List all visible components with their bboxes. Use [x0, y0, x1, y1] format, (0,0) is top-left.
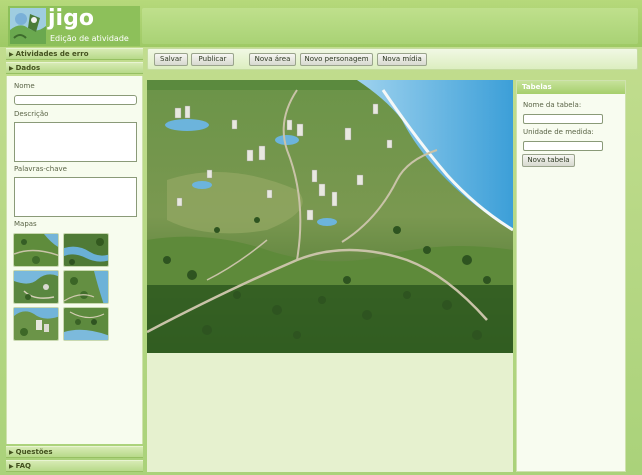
map-thumbnail-image — [64, 271, 108, 303]
accordion-label: Questões — [15, 448, 53, 456]
map-thumbnail-image — [64, 234, 108, 266]
chevron-right-icon: ▶ — [9, 51, 14, 58]
app-logo-subtitle: Edição de atividade — [50, 34, 129, 43]
app-logo: jigo Edição de atividade — [8, 6, 140, 46]
name-input[interactable] — [14, 95, 137, 105]
editor-toolbar: Salvar Publicar Nova área Novo personage… — [147, 48, 638, 70]
map-thumbnail-2[interactable] — [63, 233, 109, 267]
header-banner — [142, 8, 638, 44]
chevron-right-icon: ▶ — [9, 463, 14, 470]
map-thumbnail-4[interactable] — [63, 270, 109, 304]
keywords-textarea[interactable] — [14, 177, 137, 217]
name-label: Nome — [14, 82, 35, 90]
accordion-dados[interactable]: ▶ Dados — [6, 62, 143, 74]
save-button[interactable]: Salvar — [154, 53, 188, 66]
new-area-button[interactable]: Nova área — [249, 53, 296, 66]
city-map-image[interactable] — [147, 80, 513, 353]
tables-panel: Tabelas Nome da tabela: Unidade de medid… — [516, 80, 626, 472]
new-media-button[interactable]: Nova mídia — [377, 53, 427, 66]
unit-label: Unidade de medida: — [523, 128, 594, 136]
map-thumbnail-image — [64, 308, 108, 340]
chevron-right-icon: ▶ — [9, 65, 14, 72]
accordion-label: FAQ — [15, 462, 31, 470]
unit-input[interactable] — [523, 141, 603, 151]
description-label: Descrição — [14, 110, 49, 118]
map-thumbnail-1[interactable] — [13, 233, 59, 267]
map-thumbnail-image — [14, 234, 58, 266]
map-canvas[interactable] — [147, 80, 513, 472]
description-textarea[interactable] — [14, 122, 137, 162]
accordion-label: Dados — [15, 64, 41, 72]
accordion-label: Atividades de erro — [15, 50, 89, 58]
map-thumbnail-6[interactable] — [63, 307, 109, 341]
map-thumbnail-image — [14, 271, 58, 303]
map-thumbnail-5[interactable] — [13, 307, 59, 341]
map-thumbnail-3[interactable] — [13, 270, 59, 304]
publish-button[interactable]: Publicar — [191, 53, 234, 66]
table-name-input[interactable] — [523, 114, 603, 124]
new-table-button[interactable]: Nova tabela — [522, 154, 575, 167]
map-thumbnail-image — [14, 308, 58, 340]
chevron-right-icon: ▶ — [9, 449, 14, 456]
accordion-faq[interactable]: ▶ FAQ — [6, 460, 143, 472]
accordion-atividades-de-erro[interactable]: ▶ Atividades de erro — [6, 48, 143, 60]
maps-label: Mapas — [14, 220, 37, 228]
sidebar: ▶ Atividades de erro ▶ Dados Nome Descriçã… — [6, 48, 143, 473]
app-logo-name: jigo — [48, 6, 94, 31]
dados-panel: Nome Descrição Palavras-chave Mapas — [6, 76, 143, 444]
table-name-label: Nome da tabela: — [523, 101, 582, 109]
new-character-button[interactable]: Novo personagem — [300, 53, 373, 66]
tables-panel-title: Tabelas — [517, 81, 625, 94]
app-header: jigo Edição de atividade — [0, 0, 642, 47]
keywords-label: Palavras-chave — [14, 165, 67, 173]
accordion-questoes[interactable]: ▶ Questões — [6, 446, 143, 458]
logo-mascot-icon — [10, 8, 46, 44]
